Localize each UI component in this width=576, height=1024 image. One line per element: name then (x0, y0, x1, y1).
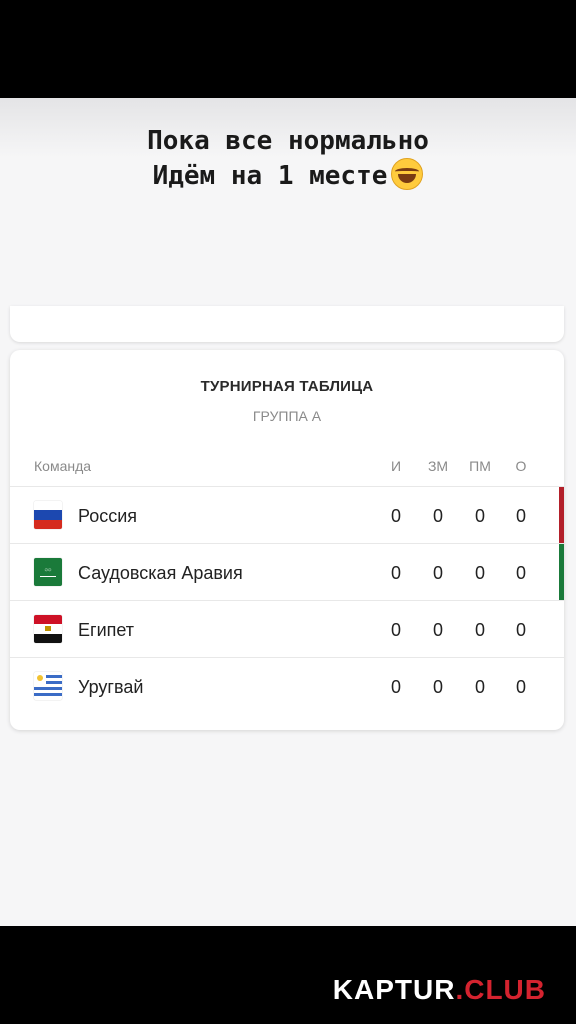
scored-value: 0 (432, 506, 443, 526)
qualification-marker (559, 544, 564, 600)
table-row[interactable]: Египет 0 0 0 0 (10, 600, 564, 657)
uruguay-flag-icon (34, 672, 62, 700)
points-value: 0 (515, 677, 526, 697)
caption-line-2-text: Идём на 1 месте (152, 161, 388, 191)
played-value: 0 (390, 620, 401, 640)
standings-title: ТУРНИРНАЯ ТАБЛИЦА (200, 378, 374, 395)
scored-value: 0 (432, 563, 443, 583)
previous-card-edge (10, 306, 564, 342)
played-value: 0 (390, 563, 401, 583)
table-header: Команда И ЗМ ПМ О (10, 450, 564, 484)
watermark-part-2: .CLUB (455, 974, 546, 1005)
points-value: 0 (515, 506, 526, 526)
points-value: 0 (515, 620, 526, 640)
watermark: KAPTUR.CLUB (333, 974, 546, 1006)
egypt-flag-icon (34, 615, 62, 643)
header-points: О (515, 458, 527, 474)
group-label: ГРУППА А (252, 408, 322, 424)
standings-card: ТУРНИРНАЯ ТАБЛИЦА ГРУППА А Команда И ЗМ … (10, 350, 564, 730)
watermark-part-1: KAPTUR (332, 974, 456, 1005)
conceded-value: 0 (474, 677, 485, 697)
team-name: Россия (78, 506, 138, 526)
header-conceded: ПМ (469, 458, 491, 474)
caption-line-2: Идём на 1 месте (0, 158, 576, 193)
team-name: Саудовская Аравия (78, 563, 243, 583)
played-value: 0 (390, 677, 401, 697)
russia-flag-icon (34, 501, 62, 529)
story-caption: Пока все нормально Идём на 1 месте (0, 124, 576, 193)
header-team: Команда (34, 458, 92, 474)
scored-value: 0 (432, 677, 443, 697)
table-row[interactable]: Уругвай 0 0 0 0 (10, 657, 564, 714)
saudi-arabia-flag-icon: ۞۞ (34, 558, 62, 586)
qualification-marker (559, 487, 564, 543)
conceded-value: 0 (474, 563, 485, 583)
table-row[interactable]: Россия 0 0 0 0 (10, 486, 564, 543)
scored-value: 0 (432, 620, 443, 640)
points-value: 0 (515, 563, 526, 583)
header-played: И (390, 458, 402, 474)
header-scored: ЗМ (427, 458, 449, 474)
laughing-emoji-icon (391, 158, 424, 190)
caption-line-1: Пока все нормально (147, 126, 429, 156)
table-row[interactable]: ۞۞ Саудовская Аравия 0 0 0 0 (10, 543, 564, 600)
team-name: Египет (78, 620, 135, 640)
team-name: Уругвай (78, 677, 144, 697)
played-value: 0 (390, 506, 401, 526)
conceded-value: 0 (474, 620, 485, 640)
conceded-value: 0 (474, 506, 485, 526)
